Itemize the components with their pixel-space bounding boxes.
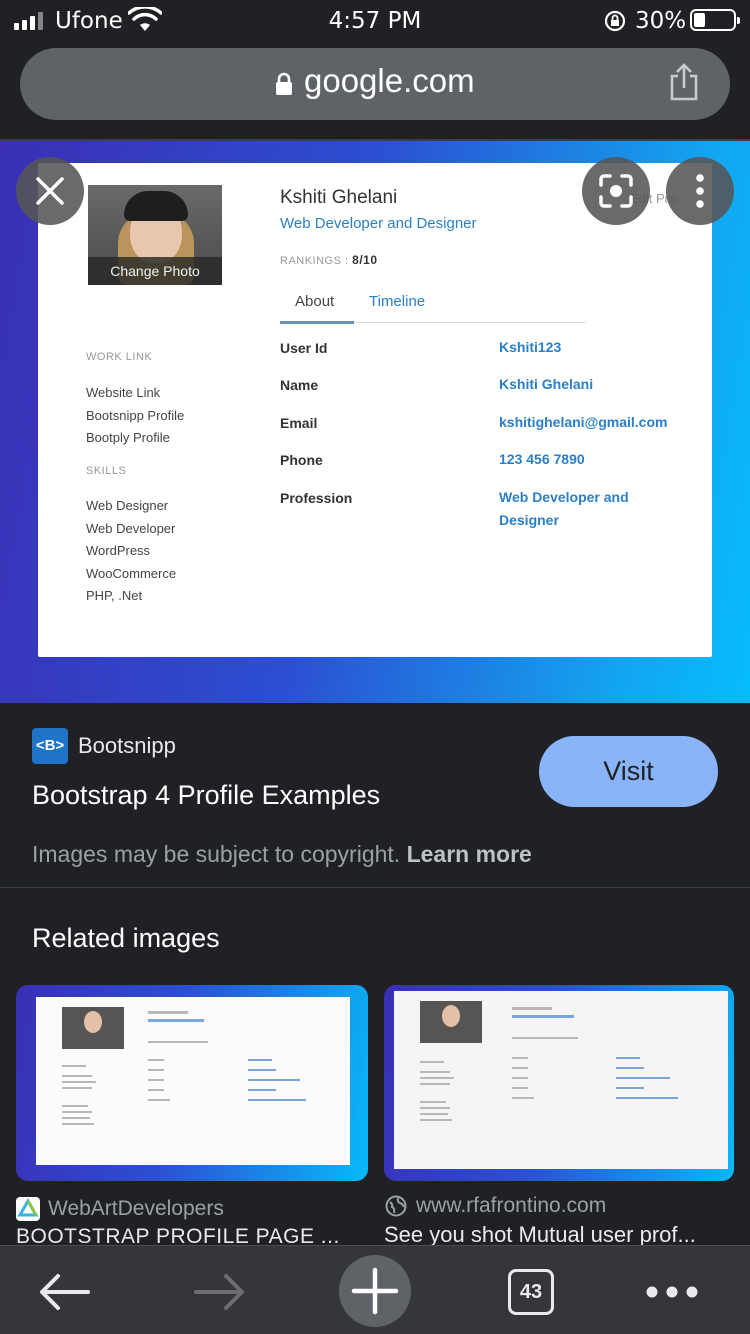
battery-percent: 30%	[635, 8, 687, 34]
more-horiz-icon[interactable]	[644, 1282, 700, 1302]
close-icon	[36, 177, 64, 205]
change-photo-label: Change Photo	[88, 257, 222, 285]
thumbnail-content	[394, 991, 728, 1169]
field-label: Profession	[280, 490, 353, 506]
share-icon[interactable]	[668, 62, 700, 102]
profile-tabs: About Timeline	[280, 291, 586, 324]
profile-name: Kshiti Ghelani	[280, 187, 398, 208]
bootsnipp-logo: <B>	[32, 728, 68, 764]
url-domain: google.com	[304, 62, 475, 99]
rankings: RANKINGS : 8/10	[280, 253, 378, 267]
tab-switcher-icon[interactable]: 43	[508, 1269, 554, 1315]
work-link-label: WORK LINK	[86, 351, 153, 363]
skill-item: WooCommerce	[86, 565, 177, 581]
divider	[0, 887, 750, 888]
field-value: Web Developer and Designer	[499, 489, 629, 528]
forward-arrow-icon[interactable]	[194, 1272, 246, 1312]
profile-photo: Change Photo	[88, 185, 222, 285]
field-label: Email	[280, 415, 318, 431]
related-images-heading: Related images	[32, 923, 220, 953]
skills-label: SKILLS	[86, 465, 127, 477]
field-value: kshitighelani@gmail.com	[499, 414, 668, 430]
learn-more-link[interactable]: Learn more	[407, 841, 532, 867]
active-tab-indicator	[280, 321, 354, 324]
field-value: 123 456 7890	[499, 451, 585, 467]
result-title[interactable]: Bootstrap 4 Profile Examples	[32, 780, 380, 811]
related-title[interactable]: See you shot Mutual user prof...	[384, 1222, 724, 1247]
globe-icon	[385, 1195, 407, 1217]
new-tab-button[interactable]	[339, 1255, 411, 1327]
work-link-item: Bootply Profile	[86, 430, 170, 446]
work-link-item: Bootsnipp Profile	[86, 407, 185, 423]
lens-button[interactable]	[582, 157, 650, 225]
more-options-button[interactable]	[666, 157, 734, 225]
more-vert-icon	[696, 174, 704, 208]
related-source: WebArtDevelopers	[48, 1197, 224, 1220]
rankings-value: 8/10	[352, 253, 378, 267]
visit-button[interactable]: Visit	[539, 736, 718, 807]
status-bar: Ufone 4:57 PM 30%	[0, 0, 750, 42]
field-label: Name	[280, 377, 319, 393]
lock-icon	[276, 72, 292, 95]
skill-item: Web Developer	[86, 520, 176, 536]
work-links-list: Website Link Bootsnipp Profile Bootply P…	[86, 382, 184, 450]
skill-item: Web Designer	[86, 498, 169, 513]
address-bar[interactable]: google.com	[20, 48, 730, 120]
battery-icon	[690, 9, 740, 31]
skills-list: Web Designer Web Developer WordPress Woo…	[86, 495, 176, 608]
field-value: Kshiti123	[499, 339, 562, 355]
tab-timeline: Timeline	[369, 293, 426, 310]
webartdevelopers-logo-icon	[16, 1197, 40, 1221]
tab-about: About	[295, 293, 335, 310]
skill-item: PHP, .Net	[86, 588, 143, 604]
copyright-text: Images may be subject to copyright.	[32, 841, 401, 867]
work-link-item: Website Link	[86, 385, 161, 400]
close-button[interactable]	[16, 157, 84, 225]
bottom-toolbar: 43	[0, 1245, 750, 1334]
copyright-notice: Images may be subject to copyright. Lear…	[32, 841, 532, 868]
rotation-lock-icon	[604, 10, 626, 32]
thumbnail-content	[36, 997, 350, 1165]
field-label: Phone	[280, 452, 323, 468]
related-title[interactable]: BOOTSTRAP PROFILE PAGE ...	[16, 1225, 356, 1247]
skill-item: WordPress	[86, 543, 151, 559]
related-source: www.rfafrontino.com	[416, 1194, 607, 1217]
related-image-thumbnail[interactable]	[16, 985, 368, 1181]
profile-role: Web Developer and Designer	[280, 215, 477, 232]
field-label: User Id	[280, 340, 328, 356]
lens-icon	[599, 174, 633, 208]
profile-card: Change Photo Kshiti Ghelani Web Develope…	[38, 163, 712, 657]
image-preview[interactable]: Change Photo Kshiti Ghelani Web Develope…	[0, 141, 750, 703]
field-value: Kshiti Ghelani	[499, 376, 594, 392]
source-name[interactable]: Bootsnipp	[78, 733, 176, 759]
new-tab-plus-icon	[351, 1267, 399, 1315]
rankings-label: RANKINGS :	[280, 255, 349, 267]
related-image-thumbnail[interactable]	[384, 985, 734, 1181]
back-arrow-icon[interactable]	[38, 1272, 90, 1312]
